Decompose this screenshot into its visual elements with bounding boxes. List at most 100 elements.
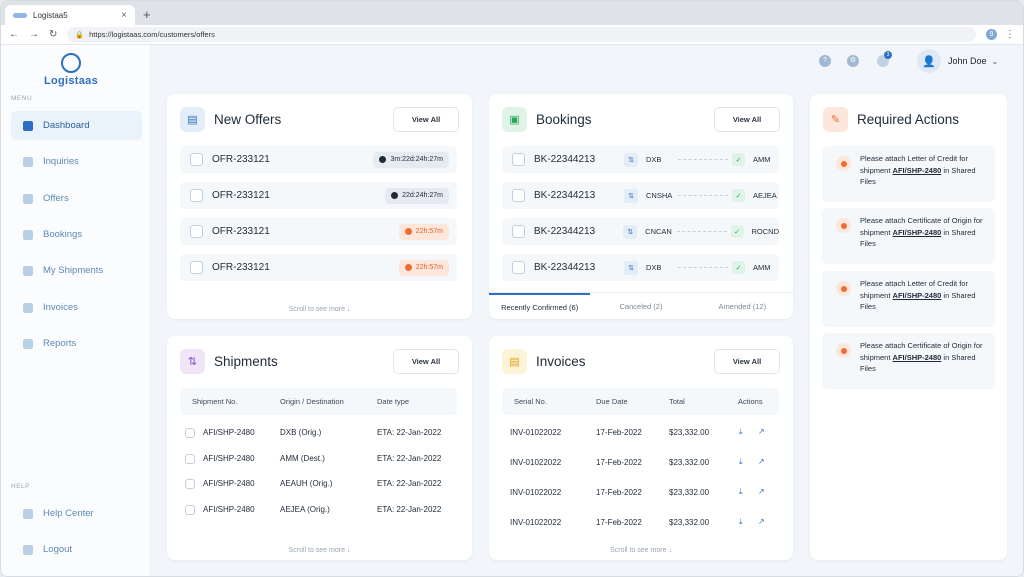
view-all-button[interactable]: View All [714,107,780,132]
sidebar-item-invoices[interactable]: Invoices [11,293,142,322]
table-row[interactable]: INV-01022022 17-Feb-2022 $23,332.00 ⤓ ↗ [502,512,779,534]
check-icon: ✓ [730,225,744,238]
action-item[interactable]: Please attach Certificate of Origin for … [822,208,995,264]
table-row[interactable]: INV-01022022 17-Feb-2022 $23,332.00 ⤓ ↗ [502,422,779,444]
sidebar-item-label: Dashboard [43,120,90,131]
sort-icon: ⇅ [180,349,205,374]
download-icon[interactable]: ⤓ [739,487,743,497]
download-icon[interactable]: ⤓ [739,517,743,527]
list-item[interactable]: BK-22344213 ⇅ DXB ✓ AMM [502,146,779,173]
list-item[interactable]: BK-22344213 ⇅ DXB ✓ AMM [502,254,779,281]
alert-icon [836,343,851,358]
serial-no: INV-01022022 [510,518,562,527]
list-item[interactable]: OFR-233121 22d:24h:27m [180,182,457,209]
copy-icon[interactable] [185,505,195,515]
logo[interactable]: Logistaas [41,53,101,87]
close-tab-icon[interactable]: × [121,10,127,21]
browser-menu-icon[interactable]: ⋮ [1005,29,1015,40]
copy-icon[interactable] [185,479,195,489]
tab-recently-confirmed[interactable]: Recently Confirmed (6) [489,293,591,319]
list-item[interactable]: BK-22344213 ⇅ CNCAN ✓ ROCND [502,218,779,245]
table-row[interactable]: AFI/SHP-2480 AMM (Dest.) ETA: 22-Jan-2022 [180,448,457,470]
user-menu[interactable]: 👤 John Doe ⌄ [917,49,998,73]
profile-icon[interactable]: 9 [986,29,997,40]
tab-bar: Logistaa5 × + [1,1,1023,25]
tab-canceled[interactable]: Canceled (2) [590,293,691,319]
url-field[interactable]: 🔒 https://logistaas.com/customers/offers [67,27,976,42]
list-item[interactable]: OFR-233121 22h:57m [180,254,457,281]
shipment-link[interactable]: AFI/SHP-2480 [893,228,942,237]
table-row[interactable]: INV-01022022 17-Feb-2022 $23,332.00 ⤓ ↗ [502,452,779,474]
settings-icon[interactable]: ⚙ [847,55,859,67]
copy-icon[interactable] [185,454,195,464]
view-all-button[interactable]: View All [714,349,780,374]
copy-icon[interactable] [512,153,525,166]
help-heading: HELP [11,483,30,490]
copy-icon[interactable] [190,261,203,274]
copy-icon[interactable] [190,225,203,238]
question-icon[interactable]: ? [819,55,831,67]
copy-icon[interactable] [190,189,203,202]
copy-icon[interactable] [512,261,525,274]
shipment-link[interactable]: AFI/SHP-2480 [893,353,942,362]
view-all-button[interactable]: View All [393,349,459,374]
shipment-link[interactable]: AFI/SHP-2480 [893,291,942,300]
external-link-icon[interactable]: ↗ [758,487,765,496]
forward-icon[interactable]: → [29,29,39,40]
sidebar-item-inquiries[interactable]: Inquiries [11,147,142,176]
stopwatch-icon [391,192,399,199]
list-item[interactable]: BK-22344213 ⇅ CNSHA ✓ AEJEA [502,182,779,209]
external-link-icon[interactable]: ↗ [758,457,765,466]
table-row[interactable]: INV-01022022 17-Feb-2022 $23,332.00 ⤓ ↗ [502,482,779,504]
alert-icon [836,156,851,171]
stopwatch-icon [404,228,412,235]
origin-destination: AEAUH (Orig.) [280,479,333,488]
sidebar-item-bookings[interactable]: Bookings [11,220,142,249]
view-all-button[interactable]: View All [393,107,459,132]
sidebar-item-reports[interactable]: Reports [11,329,142,358]
external-link-icon[interactable]: ↗ [758,517,765,526]
action-item[interactable]: Please attach Letter of Credit for shipm… [822,146,995,202]
shipment-no: AFI/SHP-2480 [203,428,255,437]
favicon-icon [13,12,27,18]
due-date: 17-Feb-2022 [596,458,642,467]
total: $23,332.00 [669,488,710,497]
timer-text: 22h:57m [415,228,443,235]
download-icon[interactable]: ⤓ [739,427,743,437]
date-type: ETA: 22-Jan-2022 [377,428,442,437]
table-row[interactable]: AFI/SHP-2480 AEAUH (Orig.) ETA: 22-Jan-202… [180,473,457,495]
sidebar-item-my-shipments[interactable]: My Shipments [11,256,142,285]
logout-icon [23,544,33,555]
sidebar-item-help-center[interactable]: Help Center [11,499,142,528]
copy-icon[interactable] [512,189,525,202]
tab-amended[interactable]: Amended (12) [692,293,793,319]
booking-id: BK-22344213 [534,154,596,165]
chevron-down-icon: ⌄ [991,56,999,66]
sidebar-item-offers[interactable]: Offers [11,184,142,213]
list-item[interactable]: OFR-233121 22h:57m [180,218,457,245]
check-icon: ✓ [732,261,745,274]
list-item[interactable]: OFR-233121 3m:22d:24h:27m [180,146,457,173]
invoice-icon: ▤ [502,349,527,374]
back-icon[interactable]: ← [9,29,19,40]
copy-icon[interactable] [512,225,525,238]
external-link-icon[interactable]: ↗ [758,427,765,436]
action-item[interactable]: Please attach Certificate of Origin for … [822,333,995,389]
table-row[interactable]: AFI/SHP-2480 DXB (Orig.) ETA: 22-Jan-2022 [180,422,457,444]
copy-icon[interactable] [190,153,203,166]
action-item[interactable]: Please attach Letter of Credit for shipm… [822,271,995,327]
reload-icon[interactable]: ↻ [49,29,57,40]
shipment-link[interactable]: AFI/SHP-2480 [893,166,942,175]
new-tab-icon[interactable]: + [143,5,151,25]
booking-tabs: Recently Confirmed (6) Canceled (2) Amen… [489,292,793,319]
copy-icon[interactable] [185,428,195,438]
sidebar-item-logout[interactable]: Logout [11,535,142,564]
table-row[interactable]: AFI/SHP-2480 AEJEA (Orig.) ETA: 22-Jan-202… [180,499,457,521]
browser-tab[interactable]: Logistaa5 × [5,5,135,25]
scroll-hint[interactable]: Scroll to see more ↓ [489,547,793,554]
sidebar-item-dashboard[interactable]: Dashboard [11,111,142,140]
scroll-hint[interactable]: Scroll to see more ↓ [167,547,472,554]
origin-destination: AMM (Dest.) [280,454,325,463]
download-icon[interactable]: ⤓ [739,457,743,467]
scroll-hint[interactable]: Scroll to see more ↓ [167,306,472,313]
